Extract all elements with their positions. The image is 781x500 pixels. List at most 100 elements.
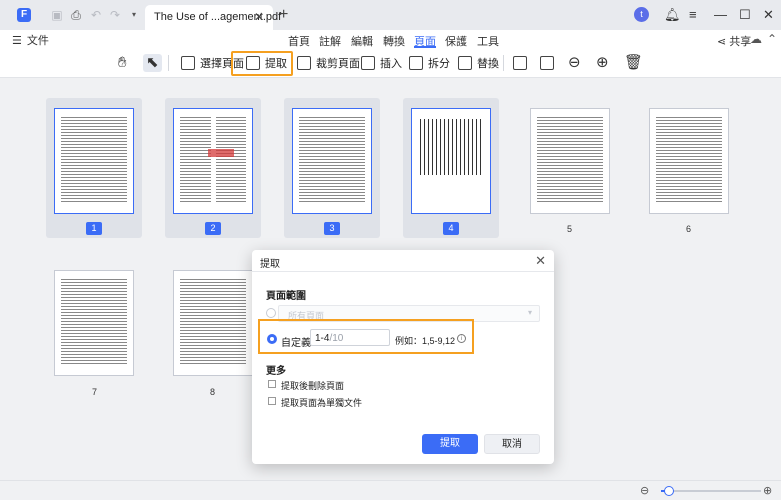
rotate-left-icon: [513, 56, 527, 70]
page-range-heading: 頁面範圍: [266, 291, 306, 302]
tab-comment[interactable]: 註解: [319, 33, 341, 49]
share-label: 共享: [729, 36, 752, 48]
save-icon[interactable]: ▣: [50, 8, 64, 22]
split-label: 拆分: [428, 58, 450, 70]
extract-dialog: 提取 ✕ 頁面範圍 所有頁面 ▾ 自定義 1-4/10 例如：1,5-9,12 …: [252, 250, 554, 464]
rotate-right-button[interactable]: [540, 54, 559, 72]
page-text-lines: [656, 116, 722, 203]
page-thumbnail[interactable]: [530, 108, 610, 214]
page-number: 5: [567, 224, 573, 234]
page-thumbnail[interactable]: [54, 270, 134, 376]
menu-icon[interactable]: ≡: [689, 7, 697, 22]
insert-label: 插入: [380, 58, 402, 70]
zoom-in-button[interactable]: ⊕: [596, 54, 609, 72]
replace-icon: [458, 56, 472, 70]
hamburger-icon: ☰: [12, 35, 22, 47]
crop-icon: [297, 56, 311, 70]
new-tab-icon[interactable]: +: [279, 6, 288, 24]
page-number-badge: 4: [443, 222, 459, 235]
extract-separate-files-checkbox[interactable]: [268, 397, 276, 405]
avatar[interactable]: t: [634, 7, 649, 22]
zoom-out-button[interactable]: ⊖: [568, 54, 581, 72]
tab-convert[interactable]: 轉換: [383, 33, 405, 49]
insert-button[interactable]: 插入: [361, 54, 402, 72]
chevron-down-icon: ▾: [527, 308, 532, 317]
undo-icon[interactable]: ↶: [89, 8, 103, 22]
extract-button-highlight: [231, 51, 293, 76]
page-thumbnail[interactable]: [649, 108, 729, 214]
delete-button[interactable]: 🗑︎: [624, 54, 643, 72]
all-pages-radio[interactable]: [266, 308, 276, 318]
cancel-button[interactable]: 取消: [484, 434, 540, 454]
hand-tool[interactable]: ✋︎: [118, 54, 127, 72]
maximize-icon[interactable]: ☐: [739, 7, 751, 23]
split-button[interactable]: 拆分: [409, 54, 450, 72]
document-tab[interactable]: The Use of ...agement.pdf ✕: [145, 5, 281, 30]
page-number-badge: 1: [86, 222, 102, 235]
share-button[interactable]: ⋖ 共享: [717, 33, 751, 49]
collapse-icon[interactable]: ⌃: [767, 32, 777, 46]
dialog-title: 提取: [260, 259, 280, 270]
select-pages-icon: [181, 56, 195, 70]
dialog-close-icon[interactable]: ✕: [535, 253, 546, 269]
zoom-out-icon[interactable]: ⊖: [640, 484, 649, 497]
rotate-left-button[interactable]: [513, 54, 532, 72]
cloud-upload-icon[interactable]: ☁: [750, 32, 762, 46]
page-range-input[interactable]: 1-4/10: [310, 329, 390, 346]
file-menu[interactable]: ☰ 文件: [12, 32, 49, 48]
page-range-total: /10: [329, 333, 344, 344]
menu-bar: ☰ 文件 首頁 註解 編輯 轉換 頁面 保護 工具 ⋖ 共享 ☁ ⌃: [0, 30, 781, 48]
tab-protect[interactable]: 保護: [445, 33, 467, 49]
page-range-value: 1-4: [315, 333, 330, 344]
quick-access-dropdown-icon[interactable]: ▾: [127, 8, 141, 22]
page-range-value-text: 1-4/10: [315, 333, 343, 344]
page-thumbnail[interactable]: [292, 108, 372, 214]
page-thumbnail[interactable]: [54, 108, 134, 214]
close-window-icon[interactable]: ✕: [763, 7, 774, 23]
cursor-icon: ⬉: [146, 54, 159, 71]
custom-range-label: 自定義: [281, 338, 311, 349]
page-number: 6: [686, 224, 692, 234]
delete-after-extract-checkbox[interactable]: [268, 380, 276, 388]
minimize-icon[interactable]: —: [714, 7, 727, 22]
zoom-slider[interactable]: [661, 486, 761, 496]
app-logo[interactable]: F: [17, 8, 31, 22]
page-thumbnail[interactable]: [173, 270, 253, 376]
rotate-right-icon: [540, 56, 554, 70]
page-number: 7: [92, 387, 98, 397]
insert-icon: [361, 56, 375, 70]
extract-confirm-button[interactable]: 提取: [422, 434, 478, 454]
print-icon[interactable]: ⎙: [69, 8, 83, 22]
close-tab-icon[interactable]: ✕: [254, 10, 264, 24]
notification-icon[interactable]: 🔔︎: [664, 7, 681, 23]
replace-label: 替換: [477, 58, 499, 70]
page-text-lines: [61, 116, 127, 203]
zoom-slider-thumb[interactable]: [664, 486, 674, 496]
zoom-in-icon[interactable]: ⊕: [763, 484, 772, 497]
page-thumbnail[interactable]: [411, 108, 491, 214]
tab-edit[interactable]: 編輯: [351, 33, 373, 49]
extract-separate-files-label: 提取頁面為單獨文件: [281, 398, 363, 408]
custom-range-radio[interactable]: [267, 334, 277, 344]
page-number: 8: [210, 387, 216, 397]
redo-icon[interactable]: ↷: [108, 8, 122, 22]
page-text-lines: [180, 116, 246, 203]
page-thumbnail[interactable]: [173, 108, 253, 214]
select-tool[interactable]: ⬉: [143, 54, 162, 72]
page-number-badge: 2: [205, 222, 221, 235]
page-text-lines: [61, 278, 127, 365]
page-text-lines: [299, 116, 365, 203]
info-icon[interactable]: i: [457, 334, 466, 343]
more-heading: 更多: [266, 366, 286, 377]
range-example-hint: 例如：1,5-9,12: [395, 336, 456, 346]
crop-pages-button[interactable]: 裁剪頁面: [297, 54, 360, 72]
trash-icon: 🗑︎: [624, 54, 644, 71]
share-icon: ⋖: [717, 36, 730, 48]
hand-icon: ✋︎: [118, 54, 127, 71]
tab-home[interactable]: 首頁: [288, 33, 310, 49]
tab-tools[interactable]: 工具: [477, 33, 499, 49]
replace-button[interactable]: 替換: [458, 54, 499, 72]
page-table-graphic: [420, 119, 484, 175]
page-text-lines: [537, 116, 603, 203]
file-menu-label: 文件: [26, 35, 49, 47]
